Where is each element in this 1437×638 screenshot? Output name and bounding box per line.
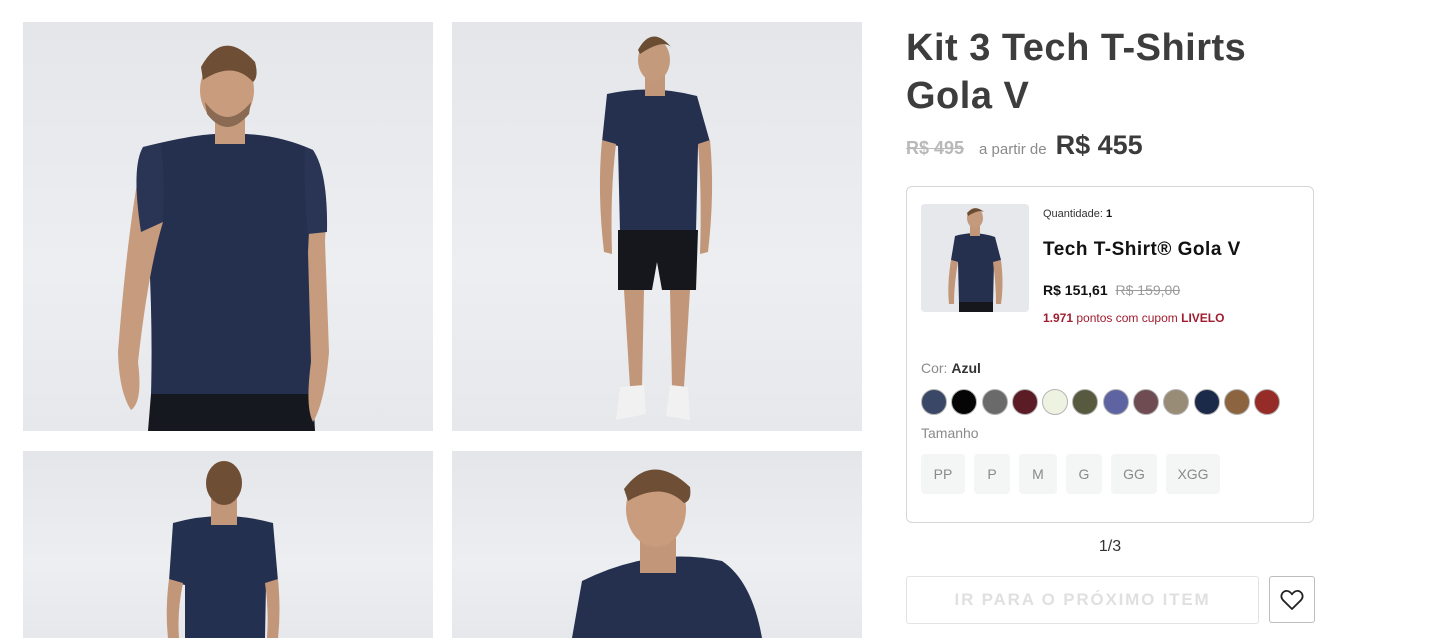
points-number: 1.971 xyxy=(1043,311,1074,325)
color-swatch[interactable] xyxy=(1042,389,1069,415)
current-price: R$ 455 xyxy=(1055,130,1143,160)
product-title: Kit 3 Tech T-Shirts Gola V xyxy=(906,27,1247,117)
color-swatch[interactable] xyxy=(1072,389,1099,415)
color-swatch[interactable] xyxy=(1011,389,1038,415)
item-thumbnail xyxy=(921,204,1029,312)
color-swatch[interactable] xyxy=(1133,389,1160,415)
coupon-code: LIVELO xyxy=(1181,311,1225,325)
color-swatch[interactable] xyxy=(1223,389,1250,415)
color-swatch[interactable] xyxy=(1193,389,1220,415)
gallery-image-4[interactable] xyxy=(452,451,862,638)
color-swatch[interactable] xyxy=(921,389,947,415)
item-price: R$ 151,61 xyxy=(1043,282,1108,298)
item-quantity: Quantidade: 1 xyxy=(1043,208,1112,220)
next-item-button[interactable]: IR PARA O PRÓXIMO ITEM xyxy=(906,576,1259,624)
color-label: Cor: Azul xyxy=(921,360,981,376)
color-swatch[interactable] xyxy=(1163,389,1190,415)
size-label: Tamanho xyxy=(921,425,979,441)
size-option[interactable]: M xyxy=(1019,454,1057,494)
size-option[interactable]: PP xyxy=(921,454,965,494)
size-option[interactable]: GG xyxy=(1111,454,1157,494)
quantity-value: 1 xyxy=(1106,208,1113,220)
item-old-price: R$ 159,00 xyxy=(1115,282,1181,298)
color-swatch[interactable] xyxy=(951,389,978,415)
kit-item-card: Quantidade: 1 Tech T-Shirt® Gola V R$ 15… xyxy=(906,186,1314,523)
size-option[interactable]: G xyxy=(1066,454,1102,494)
color-swatches xyxy=(921,389,1285,415)
gallery-image-1[interactable] xyxy=(23,22,433,431)
quantity-label: Quantidade: xyxy=(1043,208,1103,220)
color-label-text: Cor: xyxy=(921,360,948,376)
heart-icon xyxy=(1280,589,1304,610)
points-text: pontos com cupom xyxy=(1076,311,1178,325)
old-price: R$ 495 xyxy=(906,138,965,158)
wishlist-button[interactable] xyxy=(1269,576,1315,623)
size-options: PP P M G GG XGG xyxy=(921,454,1229,494)
size-option[interactable]: P xyxy=(974,454,1010,494)
from-label: a partir de xyxy=(979,141,1047,158)
color-value: Azul xyxy=(951,360,981,376)
price-row: R$ 495 a partir de R$ 455 xyxy=(906,130,1143,164)
size-option[interactable]: XGG xyxy=(1166,454,1220,494)
color-swatch[interactable] xyxy=(1102,389,1129,415)
loyalty-points: 1.971 pontos com cupom LIVELO xyxy=(1043,311,1224,325)
item-pager: 1/3 xyxy=(1098,538,1122,555)
gallery-image-2[interactable] xyxy=(452,22,862,431)
gallery-image-3[interactable] xyxy=(23,451,433,638)
item-prices: R$ 151,61 R$ 159,00 xyxy=(1043,282,1180,298)
item-name: Tech T-Shirt® Gola V xyxy=(1043,239,1241,260)
color-swatch[interactable] xyxy=(1254,389,1281,415)
color-swatch[interactable] xyxy=(981,389,1008,415)
